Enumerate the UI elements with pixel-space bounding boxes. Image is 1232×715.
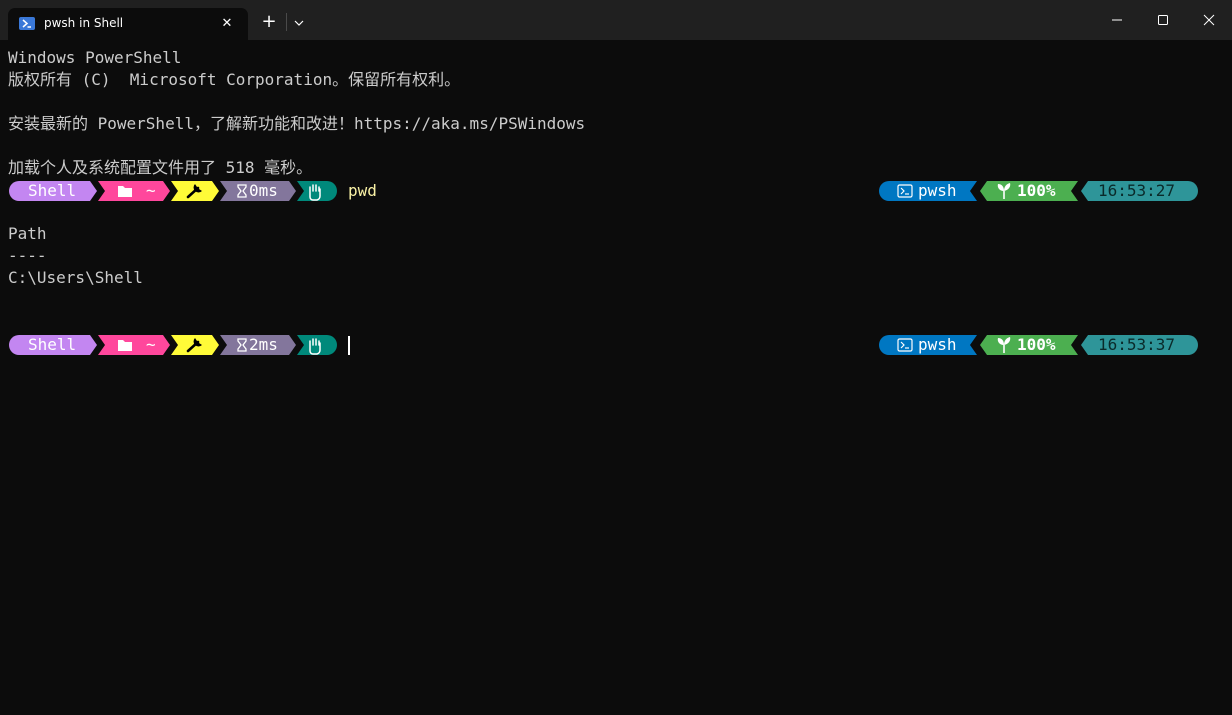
output-line: Path xyxy=(8,224,47,243)
output-line: 加载个人及系统配置文件用了 518 毫秒。 xyxy=(8,158,313,177)
user-label: Shell xyxy=(28,335,77,354)
tab-pwsh[interactable]: pwsh in Shell ✕ xyxy=(8,8,248,40)
path-label: ~ xyxy=(146,181,156,200)
terminal-window: pwsh in Shell ✕ + Windows PowerShell 版权所… xyxy=(0,0,1232,715)
new-tab-button[interactable]: + xyxy=(258,11,280,33)
maximize-icon xyxy=(1158,15,1168,25)
close-icon xyxy=(1203,14,1215,26)
prompt-line: Shell ~ 2ms pwsh 100% 16:53:37 xyxy=(8,334,1224,356)
duration-label: 0ms xyxy=(249,181,278,200)
path-segment xyxy=(98,335,170,355)
powershell-icon xyxy=(19,17,35,30)
output-line: Windows PowerShell xyxy=(8,48,182,67)
tab-title: pwsh in Shell xyxy=(44,16,124,30)
tab-close-icon[interactable]: ✕ xyxy=(217,14,237,34)
shell-label: pwsh xyxy=(918,181,957,200)
output-line: C:\Users\Shell xyxy=(8,268,143,287)
text-cursor xyxy=(348,336,350,355)
minimize-button[interactable] xyxy=(1094,0,1140,40)
output-line: 版权所有 (C) Microsoft Corporation。保留所有权利。 xyxy=(8,70,461,89)
time-label: 16:53:37 xyxy=(1098,335,1176,354)
minimize-icon xyxy=(1112,19,1122,21)
user-label: Shell xyxy=(28,181,77,200)
chevron-down-icon[interactable] xyxy=(290,12,308,32)
maximize-button[interactable] xyxy=(1140,0,1186,40)
battery-label: 100% xyxy=(1017,335,1056,354)
close-button[interactable] xyxy=(1186,0,1232,40)
path-segment xyxy=(98,181,170,201)
prompt-line: Shell ~ 0ms pwd pwsh 100% 16:53:27 xyxy=(8,180,1224,202)
output-line: 安装最新的 PowerShell，了解新功能和改进！https://aka.ms… xyxy=(8,114,586,133)
status-segment xyxy=(297,181,337,201)
output-line: ---- xyxy=(8,246,47,265)
time-label: 16:53:27 xyxy=(1098,181,1176,200)
status-segment xyxy=(297,335,337,355)
battery-label: 100% xyxy=(1017,181,1056,200)
command-text: pwd xyxy=(348,181,377,200)
duration-label: 2ms xyxy=(249,335,278,354)
path-label: ~ xyxy=(146,335,156,354)
title-bar: pwsh in Shell ✕ + xyxy=(0,0,1232,40)
shell-label: pwsh xyxy=(918,335,957,354)
tab-separator xyxy=(286,13,287,31)
